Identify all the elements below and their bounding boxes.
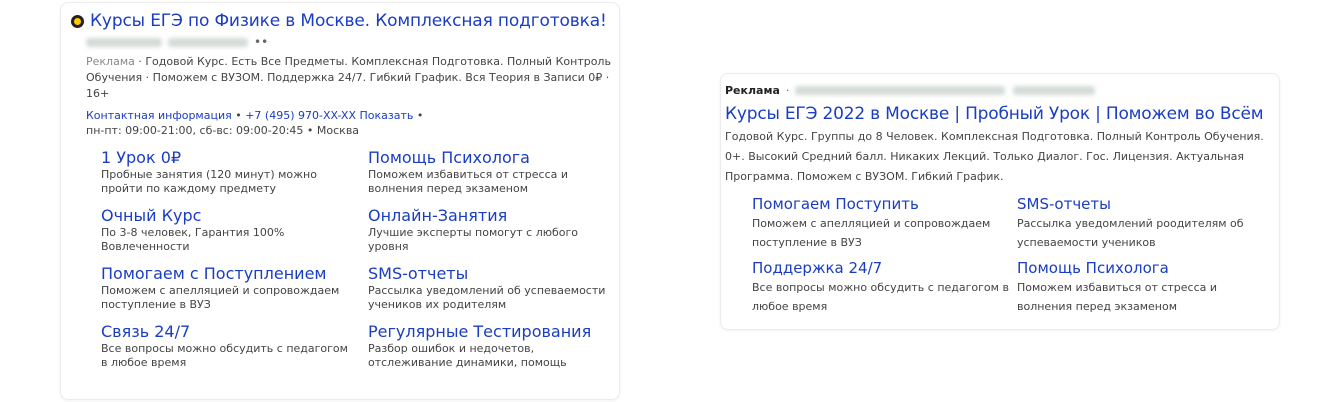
ad-description-text: · Годовой Курс. Есть Все Предметы. Компл… (86, 55, 611, 100)
blurred-url-domain[interactable] (86, 37, 162, 47)
sitelink-desc: Рассылка уведомлений роодителям об успев… (1017, 217, 1244, 249)
working-hours: пн-пт: 09:00-21:00, сб-вс: 09:00-20:45 (86, 124, 304, 137)
contact-separator: • (303, 124, 317, 137)
blurred-url-path[interactable] (168, 37, 248, 47)
sitelink: Поддержка 24/7 Все вопросы можно обсудить… (752, 258, 1017, 316)
ad-url-row: •• (86, 36, 619, 48)
city: Москва (316, 124, 360, 137)
sitelink-title[interactable]: Помогаем Поступить (752, 194, 1017, 214)
blurred-url[interactable] (795, 85, 1006, 95)
sitelinks-grid: 1 Урок 0₽ Пробные занятия (120 минут) мож… (101, 148, 619, 370)
sitelink-title[interactable]: Помощь Психолога (368, 148, 530, 167)
sitelink: SMS-отчеты Рассылка уведомлений роодителя… (1017, 194, 1277, 252)
ad-description: Годовой Курс. Группы до 8 Человек. Компл… (725, 130, 1264, 183)
sitelink-desc: Все вопросы можно обсудить с педагогом в… (752, 281, 1009, 313)
sitelink-title[interactable]: Связь 24/7 (101, 322, 190, 341)
sitelink-desc: Поможем избавиться от стресса и волнения… (368, 168, 569, 195)
sitelink-title[interactable]: Поддержка 24/7 (752, 258, 1017, 278)
show-phone-link[interactable]: Показать (360, 109, 414, 122)
ad-label: Реклама (86, 55, 135, 68)
sitelink: Помощь Психолога Поможем избавиться от ст… (1017, 258, 1277, 316)
sitelinks-grid: Помогаем Поступить Поможем с апелляцией и… (752, 194, 1279, 316)
phone-number[interactable]: +7 (495) 970-XX-XX (245, 109, 356, 122)
contact-separator: • (413, 109, 424, 122)
sitelink: Онлайн-Занятия Лучшие эксперты помогут с … (368, 206, 623, 254)
ad-title-row: Курсы ЕГЭ по Физике в Москве. Комплексна… (71, 11, 619, 31)
sitelink-title[interactable]: 1 Урок 0₽ (101, 148, 181, 167)
search-ad-right: Реклама · Курсы ЕГЭ 2022 в Москве | Проб… (720, 73, 1280, 330)
sitelink-desc: Пробные занятия (120 минут) можно пройти… (101, 168, 317, 195)
sitelink: Помогаем с Поступлением Поможем с апелляц… (101, 264, 368, 312)
sitelink-title[interactable]: Онлайн-Занятия (368, 206, 507, 225)
ad-label: Реклама (725, 83, 780, 97)
sitelink: 1 Урок 0₽ Пробные занятия (120 минут) мож… (101, 148, 368, 196)
search-ad-left: Курсы ЕГЭ по Физике в Москве. Комплексна… (60, 2, 620, 400)
ad-title-link[interactable]: Курсы ЕГЭ по Физике в Москве. Комплексна… (90, 11, 607, 31)
more-dots-icon[interactable]: •• (254, 36, 268, 48)
sitelink-title[interactable]: Помогаем с Поступлением (101, 264, 326, 283)
sitelink: Помогаем Поступить Поможем с апелляцией и… (752, 194, 1017, 252)
sitelink-desc: Разбор ошибок и недочетов, отслеживание … (368, 342, 567, 369)
sitelink: Помощь Психолога Поможем избавиться от ст… (368, 148, 623, 196)
yandex-logo-icon (71, 14, 84, 28)
sitelink-title[interactable]: SMS-отчеты (1017, 194, 1277, 214)
blurred-phone[interactable] (1013, 85, 1096, 95)
contact-info-link[interactable]: Контактная информация (86, 109, 232, 122)
sitelink-title[interactable]: SMS-отчеты (368, 264, 468, 283)
ad-title-link[interactable]: Курсы ЕГЭ 2022 в Москве | Пробный Урок |… (725, 104, 1279, 124)
sitelink: Регулярные Тестирования Разбор ошибок и н… (368, 322, 623, 370)
sitelink: Очный Курс По 3-8 человек, Гарантия 100% … (101, 206, 368, 254)
contact-separator: • (231, 109, 246, 122)
separator-dot: · (785, 83, 790, 97)
sitelink-title[interactable]: Очный Курс (101, 206, 201, 225)
sitelink-desc: Поможем с апелляцией и сопровождаем пост… (101, 284, 340, 311)
sitelink-title[interactable]: Регулярные Тестирования (368, 322, 591, 341)
sitelink-desc: Поможем избавиться от стресса и волнения… (1017, 281, 1218, 313)
sitelink-desc: По 3-8 человек, Гарантия 100% Вовлеченно… (101, 226, 285, 253)
sitelink-desc: Все вопросы можно обсудить с педагогом в… (101, 342, 348, 369)
sitelink-desc: Рассылка уведомлений об успеваемости уче… (368, 284, 606, 311)
sitelink-title[interactable]: Помощь Психолога (1017, 258, 1277, 278)
sitelink: Связь 24/7 Все вопросы можно обсудить с п… (101, 322, 368, 370)
ad-contacts: Контактная информация • +7 (495) 970-XX-… (86, 108, 619, 138)
sitelink-desc: Лучшие эксперты помогут с любого уровня (368, 226, 579, 253)
ad-description: Реклама · Годовой Курс. Есть Все Предмет… (86, 54, 626, 102)
ad-header-row: Реклама · (725, 82, 1279, 98)
sitelink-desc: Поможем с апелляцией и сопровождаем пост… (752, 217, 991, 249)
sitelink: SMS-отчеты Рассылка уведомлений об успева… (368, 264, 623, 312)
